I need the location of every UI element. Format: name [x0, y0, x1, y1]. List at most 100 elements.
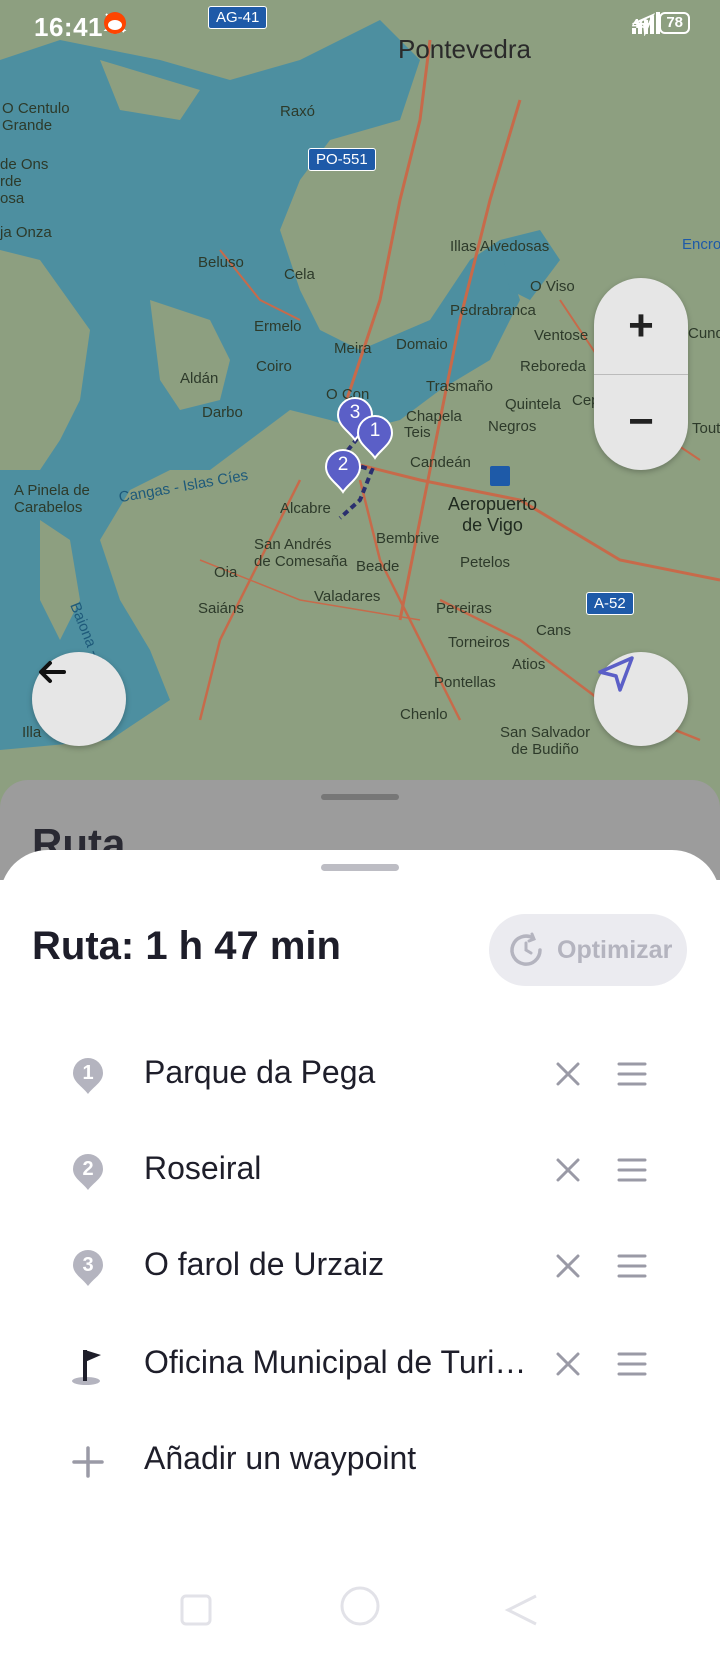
plus-icon: + — [628, 301, 654, 350]
map-label-teis: Teis — [404, 424, 431, 441]
status-bar: 16:41 4G 78 — [0, 0, 720, 56]
road-badge-a52: A-52 — [586, 592, 634, 615]
optimize-label: Optimizar — [557, 935, 673, 964]
zoom-in-button[interactable]: + — [594, 278, 688, 374]
remove-waypoint-icon[interactable] — [552, 1348, 584, 1380]
arrow-left-icon — [39, 661, 66, 683]
map-label-aldan: Aldán — [180, 370, 219, 387]
status-system-icons: 4G 78 — [631, 12, 690, 36]
map-label-bembrive: Bembrive — [376, 530, 440, 547]
map-label-coiro: Coiro — [256, 358, 292, 375]
map-label-chapela: Chapela — [406, 408, 462, 425]
drag-handle-icon[interactable] — [616, 1156, 648, 1184]
map-label-de-ons: de Ons rde osa — [0, 156, 49, 207]
map-label-raxo: Raxó — [280, 103, 316, 120]
drag-handle-icon[interactable] — [616, 1252, 648, 1280]
waypoint-label: Roseiral — [144, 1150, 262, 1186]
optimize-clock-icon — [510, 932, 542, 966]
waypoint-row[interactable]: 1 Parque da Pega — [0, 1030, 720, 1120]
map-marker-1-number: 1 — [369, 420, 381, 441]
map-label-o-centulo: O Centulo Grande — [2, 100, 70, 134]
map-label-torneiros: Torneiros — [448, 634, 510, 651]
map-label-atios: Atios — [512, 656, 546, 673]
plus-icon — [72, 1446, 104, 1478]
map-label-ermelo: Ermelo — [254, 318, 302, 335]
status-time: 16:41 — [34, 12, 103, 42]
map-label-oia: Oia — [214, 564, 238, 581]
waypoint-number: 2 — [82, 1158, 94, 1180]
map-label-ventose: Ventose — [534, 327, 589, 344]
map-label-cunq: Cunq — [688, 325, 720, 342]
map-label-trasmano: Trasmaño — [426, 378, 493, 395]
map-marker-2[interactable]: 2 — [324, 448, 362, 494]
navigation-arrow-icon — [598, 656, 634, 692]
waypoint-row[interactable]: 3 O farol de Urzaiz — [0, 1222, 720, 1312]
map-label-san-andres: San Andrés de Comesaña — [254, 536, 348, 570]
waypoint-label: O farol de Urzaiz — [144, 1246, 385, 1282]
navigate-button[interactable] — [594, 652, 688, 746]
waypoint-label: Oficina Municipal de Turismo — [144, 1344, 539, 1380]
map-label-saians: Saiáns — [198, 600, 244, 617]
waypoint-label: Parque da Pega — [144, 1054, 376, 1090]
map-label-illas: Illas Alvedosas — [450, 238, 550, 255]
map-label-san-salvador: San Salvador de Budiño — [500, 724, 591, 758]
zoom-out-button[interactable]: − — [594, 374, 688, 470]
map-label-candean: Candeán — [410, 454, 471, 471]
optimize-button[interactable]: Optimizar — [489, 914, 687, 986]
background-sheet-handle — [321, 794, 399, 800]
sheet-drag-handle[interactable] — [321, 864, 399, 871]
remove-waypoint-icon[interactable] — [552, 1154, 584, 1186]
remove-waypoint-icon[interactable] — [552, 1058, 584, 1090]
signal-icon — [631, 12, 660, 34]
route-sheet: Ruta: 1 h 47 min Optimizar 1 Parque da P… — [0, 850, 720, 1650]
map-label-tout: Tout — [692, 420, 720, 437]
map-label-darbo: Darbo — [202, 404, 243, 421]
map-view[interactable]: Pontevedra O Centulo Grande de Ons rde o… — [0, 0, 720, 820]
drag-handle-icon[interactable] — [616, 1060, 648, 1088]
map-label-beluso: Beluso — [198, 254, 244, 271]
waypoint-number: 3 — [82, 1254, 94, 1276]
map-marker-2-number: 2 — [337, 454, 349, 475]
route-title: Ruta: 1 h 47 min — [32, 924, 341, 968]
back-button[interactable] — [32, 652, 126, 746]
map-label-aeropuerto: Aeropuerto de Vigo — [448, 494, 538, 535]
minus-icon: − — [628, 397, 654, 446]
map-label-beade: Beade — [356, 558, 400, 575]
map-label-pereiras: Pereiras — [436, 600, 492, 617]
map-label-cela: Cela — [284, 266, 315, 283]
add-waypoint-button[interactable]: Añadir un waypoint — [0, 1416, 720, 1506]
drag-handle-icon[interactable] — [616, 1350, 648, 1378]
waypoint-number: 1 — [82, 1062, 94, 1084]
destination-flag-icon — [70, 1346, 106, 1386]
map-label-alcabre: Alcabre — [280, 500, 331, 517]
map-label-encro: Encro — [682, 236, 720, 253]
map-label-reboreda: Reboreda — [520, 358, 586, 375]
road-badge-po551: PO-551 — [308, 148, 376, 171]
zoom-divider — [594, 374, 688, 375]
map-label-ja-onza: ja Onza — [0, 224, 52, 241]
map-label-quintela: Quintela — [505, 396, 561, 413]
map-label-a-pinela: A Pinela de Carabelos — [14, 482, 90, 516]
back-nav-button[interactable] — [504, 1594, 537, 1626]
map-label-pontellas: Pontellas — [434, 674, 496, 691]
waypoint-row[interactable]: 2 Roseiral — [0, 1126, 720, 1216]
map-label-pedrabranca: Pedrabranca — [450, 302, 536, 319]
home-nav-button[interactable] — [340, 1586, 380, 1626]
map-label-cans: Cans — [536, 622, 572, 639]
map-label-negros: Negros — [488, 418, 537, 435]
waypoint-pin-icon: 2 — [70, 1152, 106, 1192]
waypoint-row-destination[interactable]: Oficina Municipal de Turismo — [0, 1320, 720, 1410]
map-label-meira: Meira — [334, 340, 372, 357]
map-label-chenlo: Chenlo — [400, 706, 448, 723]
zoom-control: + − — [594, 278, 688, 470]
recents-nav-button[interactable] — [180, 1594, 212, 1626]
map-label-petelos: Petelos — [460, 554, 511, 571]
map-label-domaio: Domaio — [396, 336, 448, 353]
map-label-illa: Illa — [22, 724, 42, 741]
add-waypoint-label: Añadir un waypoint — [144, 1440, 417, 1476]
battery-level: 78 — [659, 12, 690, 34]
waypoint-pin-icon: 1 — [70, 1056, 106, 1096]
reddit-icon — [104, 12, 126, 34]
remove-waypoint-icon[interactable] — [552, 1250, 584, 1282]
waypoint-pin-icon: 3 — [70, 1248, 106, 1288]
